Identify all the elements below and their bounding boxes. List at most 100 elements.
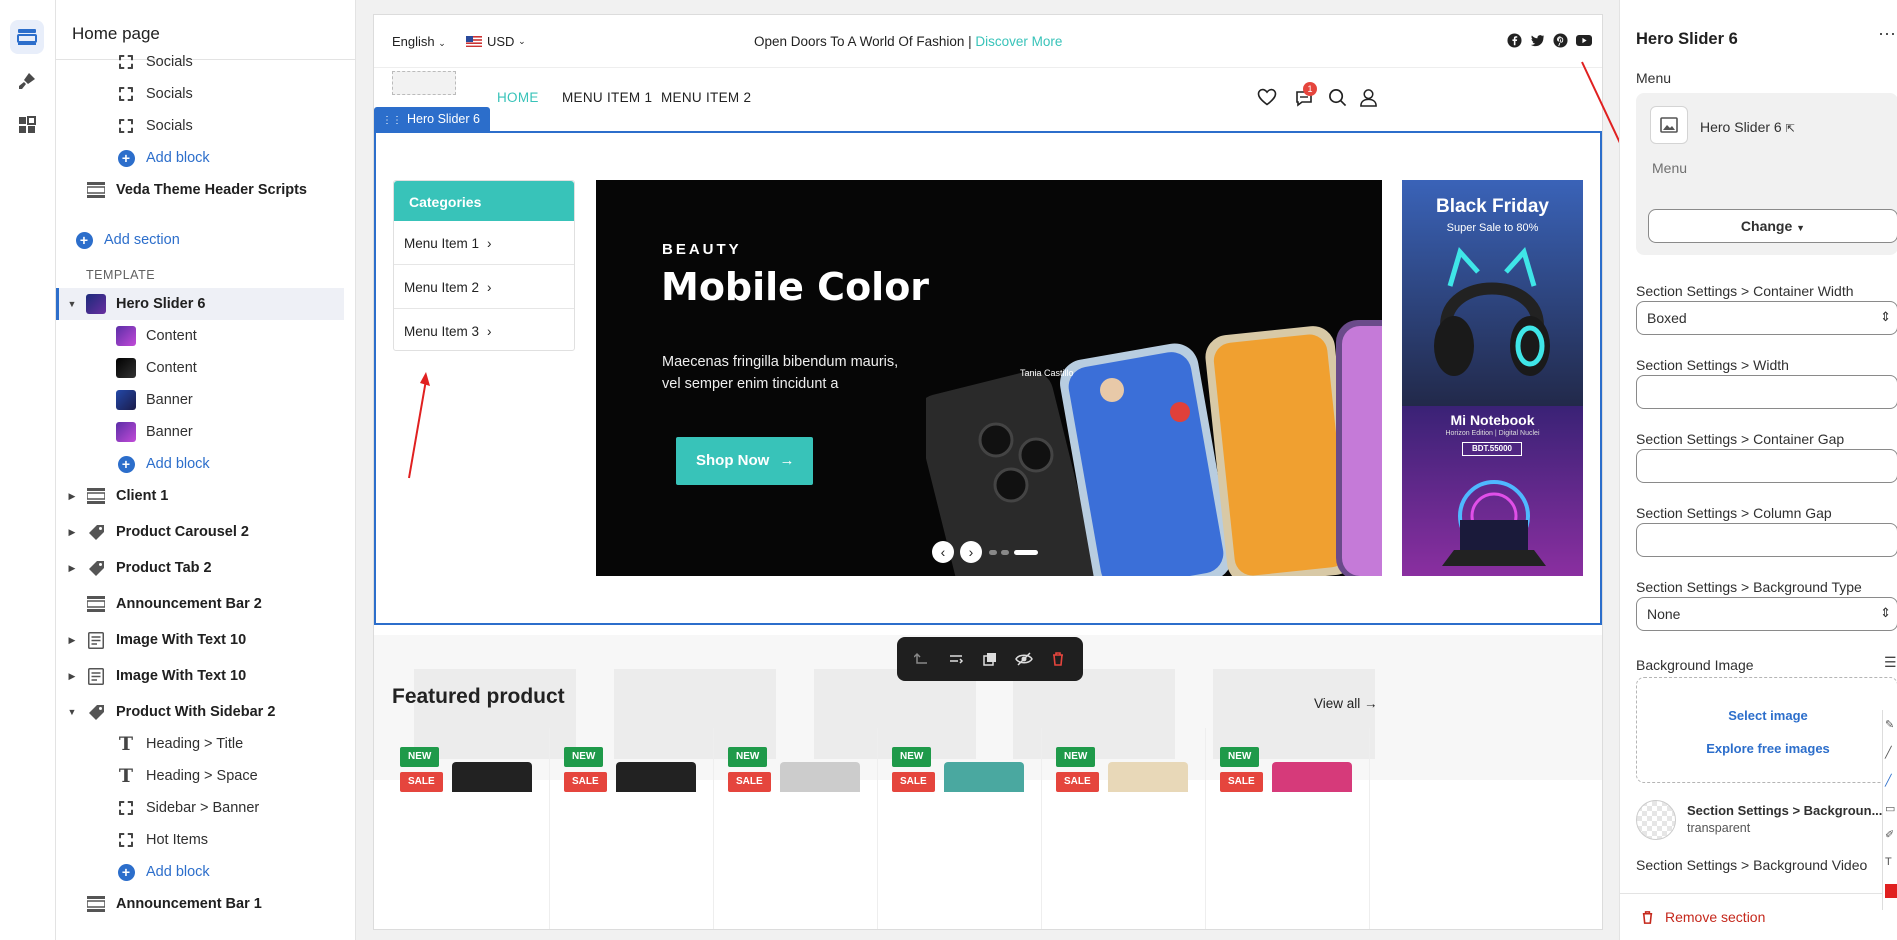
facebook-icon[interactable] xyxy=(1507,33,1522,48)
product-card[interactable]: NEW SALE xyxy=(884,728,1042,929)
tree-item[interactable]: T Heading > Space xyxy=(56,760,344,792)
tree-item[interactable]: Hot Items xyxy=(56,824,344,856)
tree-item[interactable]: ▼ Product With Sidebar 2 xyxy=(56,696,344,728)
select-image-button[interactable]: Select image xyxy=(1637,708,1897,723)
product-card[interactable]: NEW SALE xyxy=(556,728,714,929)
product-image[interactable] xyxy=(1272,762,1352,792)
color-red-swatch[interactable] xyxy=(1885,884,1897,898)
product-card[interactable]: NEW SALE xyxy=(392,728,550,929)
tree-item[interactable]: Banner xyxy=(56,384,344,416)
menu-item-name[interactable]: Hero Slider 6 ⇱ xyxy=(1700,119,1795,135)
nav-menu-item-1[interactable]: MENU ITEM 1 xyxy=(562,90,652,105)
category-item-2[interactable]: Menu Item 2 › xyxy=(394,265,574,309)
caret-right-icon[interactable]: ▶ xyxy=(66,563,78,574)
column-gap-input[interactable] xyxy=(1636,523,1897,557)
tree-item[interactable]: Socials xyxy=(56,110,344,142)
tree-item[interactable]: Socials xyxy=(56,78,344,110)
caret-down-icon[interactable]: ▼ xyxy=(66,707,78,717)
tree-item[interactable]: Content xyxy=(56,320,344,352)
twitter-icon[interactable] xyxy=(1530,33,1545,48)
background-type-select[interactable]: None xyxy=(1636,597,1897,631)
add-item-button[interactable]: + Add section xyxy=(56,224,344,256)
rectangle-tool-icon[interactable]: ▭ xyxy=(1885,802,1895,815)
slider-dot[interactable] xyxy=(989,550,997,555)
store-logo[interactable] xyxy=(392,71,456,95)
add-item-button[interactable]: + Add block xyxy=(56,448,344,480)
tree-item[interactable]: Sidebar > Banner xyxy=(56,792,344,824)
remove-section-button[interactable]: Remove section xyxy=(1640,909,1765,925)
width-input[interactable] xyxy=(1636,375,1897,409)
highlighter-tool-icon[interactable]: ✐ xyxy=(1885,828,1894,841)
product-image[interactable] xyxy=(944,762,1024,792)
black-friday-banner[interactable]: Black Friday Super Sale to 80% xyxy=(1402,180,1583,406)
arrow-tool-icon[interactable]: ╱ xyxy=(1885,774,1892,787)
more-options-icon[interactable]: ⋯ xyxy=(1878,24,1896,45)
add-item-button[interactable]: + Add block xyxy=(56,856,344,888)
move-down-icon[interactable] xyxy=(945,648,967,670)
duplicate-icon[interactable] xyxy=(979,648,1001,670)
mi-notebook-banner[interactable]: Mi Notebook Horizon Edition | Digital Nu… xyxy=(1402,406,1583,576)
slider-next-button[interactable]: › xyxy=(960,541,982,563)
caret-right-icon[interactable]: ▶ xyxy=(66,527,78,538)
caret-right-icon[interactable]: ▶ xyxy=(66,671,78,682)
tree-item[interactable]: ▶ Image With Text 10 xyxy=(56,660,344,692)
tree-item[interactable]: ▶ Product Tab 2 xyxy=(56,552,344,584)
tree-item[interactable]: ▼ Hero Slider 6 xyxy=(56,288,344,320)
tree-item[interactable]: ▶ Image With Text 10 xyxy=(56,624,344,656)
search-icon[interactable] xyxy=(1328,88,1347,107)
selected-section-tag[interactable]: ⋮⋮ Hero Slider 6 xyxy=(374,107,490,131)
shop-now-button[interactable]: Shop Now → xyxy=(676,437,813,485)
dynamic-source-icon[interactable]: ☰ xyxy=(1884,654,1897,671)
caret-right-icon[interactable]: ▶ xyxy=(66,491,78,502)
tree-item[interactable]: Veda Theme Header Scripts xyxy=(56,174,344,206)
tree-item[interactable]: Announcement Bar 1 xyxy=(56,888,344,920)
discover-more-link[interactable]: Discover More xyxy=(975,34,1062,49)
line-tool-icon[interactable]: ╱ xyxy=(1885,746,1892,759)
tree-item[interactable]: Socials xyxy=(56,46,344,78)
category-item-3[interactable]: Menu Item 3 › xyxy=(394,309,574,353)
product-image[interactable] xyxy=(1108,762,1188,792)
theme-settings-brush-icon[interactable] xyxy=(10,64,44,98)
container-gap-input[interactable] xyxy=(1636,449,1897,483)
move-up-icon[interactable] xyxy=(911,648,933,670)
tree-item[interactable]: T Heading > Title xyxy=(56,728,344,760)
background-video-label: Section Settings > Background Video xyxy=(1636,857,1868,873)
text-tool-icon[interactable]: T xyxy=(1885,856,1892,868)
category-item-1[interactable]: Menu Item 1 › xyxy=(394,221,574,265)
account-user-icon[interactable] xyxy=(1359,88,1378,107)
view-all-link[interactable]: View all → xyxy=(1314,696,1378,711)
product-card[interactable]: NEW SALE xyxy=(1212,728,1370,929)
tree-item[interactable]: ▶ Client 1 xyxy=(56,480,344,512)
youtube-icon[interactable] xyxy=(1576,33,1592,48)
sections-tab-icon[interactable] xyxy=(10,20,44,54)
product-card[interactable]: NEW SALE xyxy=(1048,728,1206,929)
pen-tool-icon[interactable]: ✎ xyxy=(1885,718,1894,731)
container-width-select[interactable]: Boxed xyxy=(1636,301,1897,335)
nav-home[interactable]: HOME xyxy=(497,90,539,105)
change-menu-button[interactable]: Change ▼ xyxy=(1648,209,1897,243)
hide-eye-icon[interactable] xyxy=(1013,648,1035,670)
add-item-button[interactable]: + Add block xyxy=(56,142,344,174)
tree-item[interactable]: ▶ Product Carousel 2 xyxy=(56,516,344,548)
slider-dot[interactable] xyxy=(1001,550,1009,555)
slider-dot-active[interactable] xyxy=(1014,550,1038,555)
product-image[interactable] xyxy=(616,762,696,792)
color-swatch-transparent[interactable] xyxy=(1636,800,1676,840)
nav-menu-item-2[interactable]: MENU ITEM 2 xyxy=(661,90,751,105)
product-image[interactable] xyxy=(780,762,860,792)
currency-selector[interactable]: USD ⌄ xyxy=(466,34,526,49)
tree-item[interactable]: Announcement Bar 2 xyxy=(56,588,344,620)
explore-free-images-link[interactable]: Explore free images xyxy=(1637,741,1897,756)
product-image[interactable] xyxy=(452,762,532,792)
slider-prev-button[interactable]: ‹ xyxy=(932,541,954,563)
caret-right-icon[interactable]: ▶ xyxy=(66,635,78,646)
product-card[interactable]: NEW SALE xyxy=(720,728,878,929)
pinterest-icon[interactable] xyxy=(1553,33,1568,48)
wishlist-heart-icon[interactable] xyxy=(1257,88,1277,106)
caret-down-icon[interactable]: ▼ xyxy=(66,299,78,309)
app-embeds-icon[interactable] xyxy=(10,108,44,142)
delete-trash-icon[interactable] xyxy=(1047,648,1069,670)
tree-item[interactable]: Banner xyxy=(56,416,344,448)
language-selector[interactable]: English ⌄ xyxy=(392,34,446,49)
tree-item[interactable]: Content xyxy=(56,352,344,384)
